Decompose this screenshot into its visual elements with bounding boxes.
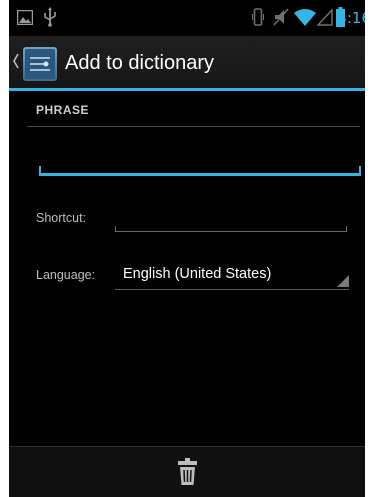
signal-icon	[317, 9, 333, 26]
language-label: Language:	[36, 268, 96, 282]
action-bar-title: Add to dictionary	[65, 52, 214, 74]
language-selected-value: English (United States)	[123, 266, 272, 282]
wifi-icon	[294, 9, 316, 26]
shortcut-label: Shortcut:	[36, 211, 87, 225]
language-spinner[interactable]: English (United States)	[115, 258, 349, 290]
vibrate-icon	[252, 8, 264, 26]
dictionary-app-icon[interactable]	[22, 46, 58, 82]
shortcut-input[interactable]	[115, 206, 347, 232]
mute-icon	[273, 8, 289, 26]
phrase-input[interactable]	[39, 140, 361, 176]
clock: 4:16	[337, 9, 365, 27]
bottom-action-bar	[9, 446, 365, 497]
action-bar-divider	[9, 88, 365, 91]
section-divider	[27, 126, 360, 127]
screen: 4:16 Add to dictionary PHRASE Shortcut: …	[9, 0, 365, 497]
phrase-section-header: PHRASE	[36, 103, 90, 117]
usb-icon	[44, 7, 56, 27]
image-notification-icon	[17, 10, 33, 25]
trash-icon[interactable]	[169, 455, 205, 489]
chevron-left-icon[interactable]	[11, 52, 21, 70]
spinner-corner-icon	[337, 275, 349, 287]
status-bar: 4:16	[9, 0, 365, 36]
